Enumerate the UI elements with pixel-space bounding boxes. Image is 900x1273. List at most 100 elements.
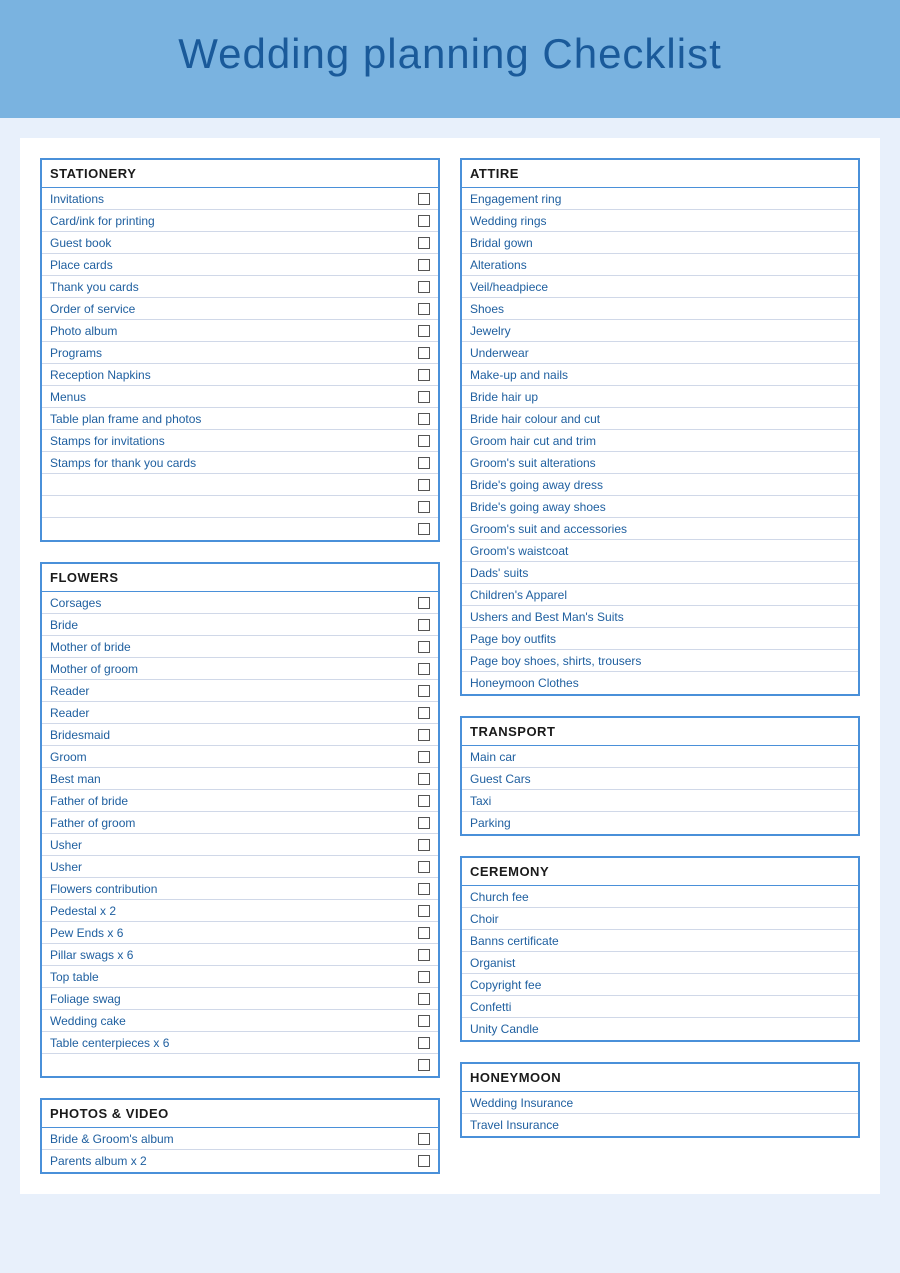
list-item: Groom hair cut and trim	[462, 430, 858, 452]
main-content: STATIONERY Invitations Card/ink for print…	[20, 138, 880, 1194]
list-item: Photo album	[42, 320, 438, 342]
item-label: Alterations	[470, 258, 850, 272]
list-item: Bridal gown	[462, 232, 858, 254]
checkbox[interactable]	[418, 641, 430, 653]
item-label: Pillar swags x 6	[50, 948, 418, 962]
checkbox[interactable]	[418, 259, 430, 271]
checkbox[interactable]	[418, 215, 430, 227]
checkbox[interactable]	[418, 663, 430, 675]
checkbox[interactable]	[418, 457, 430, 469]
item-label: Unity Candle	[470, 1022, 850, 1036]
list-item: Stamps for thank you cards	[42, 452, 438, 474]
checkbox[interactable]	[418, 347, 430, 359]
ceremony-section: CEREMONY Church feeChoirBanns certificat…	[460, 856, 860, 1042]
stationery-title: STATIONERY	[42, 160, 438, 188]
item-label: Table plan frame and photos	[50, 412, 418, 426]
item-label: Card/ink for printing	[50, 214, 418, 228]
item-label: Stamps for thank you cards	[50, 456, 418, 470]
item-label: Bridesmaid	[50, 728, 418, 742]
checkbox[interactable]	[418, 479, 430, 491]
checkbox[interactable]	[418, 817, 430, 829]
list-item: Pillar swags x 6	[42, 944, 438, 966]
checkbox[interactable]	[418, 523, 430, 535]
item-label: Shoes	[470, 302, 850, 316]
checkbox[interactable]	[418, 861, 430, 873]
checkbox[interactable]	[418, 391, 430, 403]
left-column: STATIONERY Invitations Card/ink for print…	[40, 158, 440, 1174]
list-item	[42, 496, 438, 518]
item-label: Page boy outfits	[470, 632, 850, 646]
list-item: Groom's waistcoat	[462, 540, 858, 562]
checkbox[interactable]	[418, 773, 430, 785]
list-item: Reception Napkins	[42, 364, 438, 386]
checkbox[interactable]	[418, 597, 430, 609]
page-title: Wedding planning Checklist	[20, 30, 880, 78]
list-item: Jewelry	[462, 320, 858, 342]
list-item: Programs	[42, 342, 438, 364]
checkbox[interactable]	[418, 993, 430, 1005]
checkbox[interactable]	[418, 501, 430, 513]
item-label: Choir	[470, 912, 850, 926]
list-item: Honeymoon Clothes	[462, 672, 858, 694]
list-item: Invitations	[42, 188, 438, 210]
checkbox[interactable]	[418, 1059, 430, 1071]
checkbox[interactable]	[418, 1155, 430, 1167]
checkbox[interactable]	[418, 685, 430, 697]
checkbox[interactable]	[418, 303, 430, 315]
right-column: ATTIRE Engagement ringWedding ringsBrida…	[460, 158, 860, 1174]
checkbox[interactable]	[418, 237, 430, 249]
checkbox[interactable]	[418, 193, 430, 205]
item-label: Wedding Insurance	[470, 1096, 850, 1110]
item-label: Page boy shoes, shirts, trousers	[470, 654, 850, 668]
flowers-section: FLOWERS CorsagesBrideMother of brideMoth…	[40, 562, 440, 1078]
item-label: Groom's suit and accessories	[470, 522, 850, 536]
checkbox[interactable]	[418, 839, 430, 851]
list-item: Pew Ends x 6	[42, 922, 438, 944]
item-label: Ushers and Best Man's Suits	[470, 610, 850, 624]
item-label: Groom hair cut and trim	[470, 434, 850, 448]
checkbox[interactable]	[418, 795, 430, 807]
list-item: Reader	[42, 702, 438, 724]
list-item: Groom's suit and accessories	[462, 518, 858, 540]
checkbox[interactable]	[418, 927, 430, 939]
checkbox[interactable]	[418, 949, 430, 961]
list-item: Table centerpieces x 6	[42, 1032, 438, 1054]
list-item: Reader	[42, 680, 438, 702]
checkbox[interactable]	[418, 883, 430, 895]
item-label: Foliage swag	[50, 992, 418, 1006]
list-item: Copyright fee	[462, 974, 858, 996]
list-item: Wedding Insurance	[462, 1092, 858, 1114]
checkbox[interactable]	[418, 1015, 430, 1027]
photos-list: Bride & Groom's albumParents album x 2	[42, 1128, 438, 1172]
checkbox[interactable]	[418, 435, 430, 447]
checkbox[interactable]	[418, 971, 430, 983]
item-label: Reception Napkins	[50, 368, 418, 382]
item-label: Taxi	[470, 794, 850, 808]
checkbox[interactable]	[418, 751, 430, 763]
item-label: Reader	[50, 706, 418, 720]
checkbox[interactable]	[418, 619, 430, 631]
list-item: Order of service	[42, 298, 438, 320]
checkbox[interactable]	[418, 325, 430, 337]
checkbox[interactable]	[418, 281, 430, 293]
item-label: Guest Cars	[470, 772, 850, 786]
checkbox[interactable]	[418, 413, 430, 425]
list-item: Groom's suit alterations	[462, 452, 858, 474]
checkbox[interactable]	[418, 1133, 430, 1145]
item-label: Order of service	[50, 302, 418, 316]
checkbox[interactable]	[418, 369, 430, 381]
checkbox[interactable]	[418, 1037, 430, 1049]
item-label: Travel Insurance	[470, 1118, 850, 1132]
item-label: Corsages	[50, 596, 418, 610]
list-item: Travel Insurance	[462, 1114, 858, 1136]
item-label: Main car	[470, 750, 850, 764]
list-item: Confetti	[462, 996, 858, 1018]
item-label: Invitations	[50, 192, 418, 206]
list-item: Page boy shoes, shirts, trousers	[462, 650, 858, 672]
list-item: Underwear	[462, 342, 858, 364]
checkbox[interactable]	[418, 905, 430, 917]
list-item: Bride hair colour and cut	[462, 408, 858, 430]
checkbox[interactable]	[418, 729, 430, 741]
checkbox[interactable]	[418, 707, 430, 719]
item-label: Groom's waistcoat	[470, 544, 850, 558]
